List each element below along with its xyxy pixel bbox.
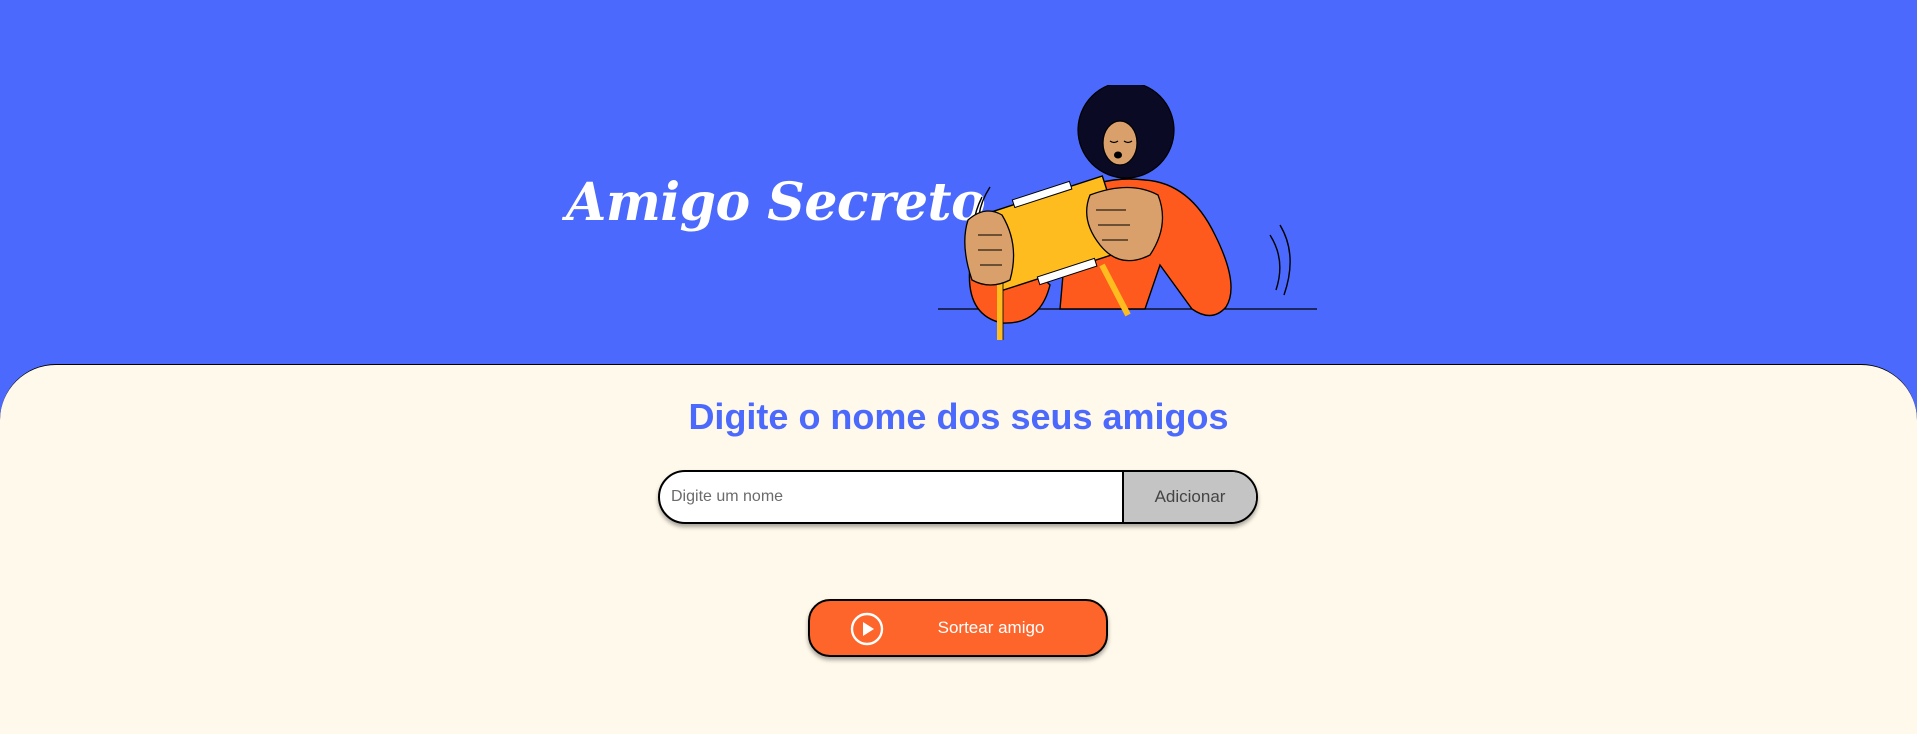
play-circle-icon: [850, 612, 884, 646]
person-opening-gift-illustration: [938, 85, 1317, 340]
section-title: Digite o nome dos seus amigos: [688, 396, 1229, 437]
name-input[interactable]: [660, 472, 1122, 522]
draw-friend-button[interactable]: Sortear amigo: [808, 599, 1108, 657]
add-button[interactable]: Adicionar: [1122, 472, 1256, 522]
name-input-group: Adicionar: [658, 470, 1258, 524]
draw-button-label: Sortear amigo: [937, 618, 1045, 637]
app-title: Amigo Secreto: [566, 172, 986, 233]
header-banner: Amigo Secreto: [0, 0, 1917, 364]
main-panel: Digite o nome dos seus amigos Adicionar …: [0, 364, 1917, 734]
